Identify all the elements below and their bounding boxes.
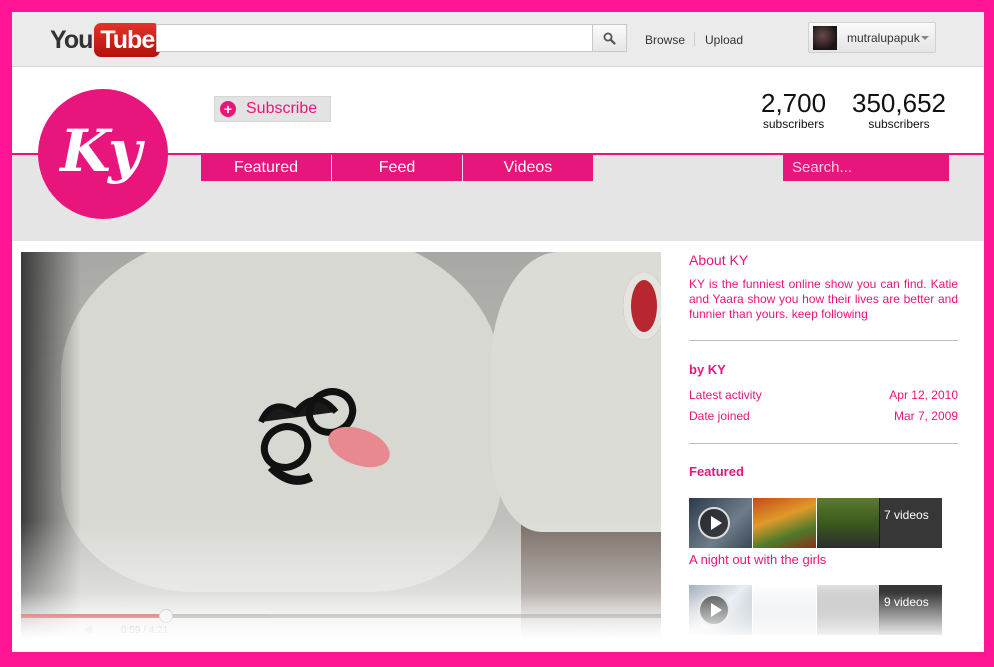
divider [689, 340, 958, 341]
divider [689, 443, 958, 444]
play-icon[interactable]: ▶ [41, 622, 50, 636]
stat-value: 350,652 [852, 88, 946, 118]
playlist-video-count: 7 videos [879, 498, 942, 548]
logo-tube-text: Tube [94, 23, 161, 57]
annotations-icon[interactable]: ⊚ [607, 622, 617, 636]
play-icon [698, 594, 730, 626]
play-icon [698, 507, 730, 539]
user-menu-button[interactable]: mutralupapuk [808, 22, 936, 53]
playlist-thumbnails[interactable]: 9 videos [689, 585, 942, 635]
about-text: KY is the funniest online show you can f… [689, 277, 958, 321]
stat-subscribers: 2,700 subscribers [761, 88, 826, 130]
settings-icon[interactable]: ✲ [577, 622, 587, 636]
playlist-thumb [753, 498, 816, 548]
latest-activity-label: Latest activity [689, 388, 762, 402]
subscribe-label: Subscribe [246, 100, 318, 117]
stat-label: subscribers [868, 117, 930, 131]
username: mutralupapuk [847, 31, 920, 45]
date-joined-row: Date joined Mar 7, 2009 [689, 409, 958, 423]
page-frame: You Tube Browse Upload mutralupapuk Ky +… [12, 12, 984, 652]
novelty-glasses-image [258, 388, 390, 485]
tab-featured[interactable]: Featured [201, 154, 331, 181]
date-joined-label: Date joined [689, 409, 750, 423]
channel-logo-text: Ky [58, 117, 146, 185]
by-title[interactable]: by KY [689, 362, 726, 377]
playlist-thumb [817, 498, 880, 548]
search-input[interactable] [156, 24, 592, 52]
browse-link[interactable]: Browse [645, 33, 685, 47]
tab-feed[interactable]: Feed [332, 154, 462, 181]
channel-search-input[interactable]: Search... [783, 155, 949, 181]
about-title: About KY [689, 252, 749, 268]
search-button[interactable] [592, 24, 627, 52]
latest-activity-value: Apr 12, 2010 [889, 388, 958, 402]
current-time: 0:59 [121, 625, 141, 636]
channel-logo[interactable]: Ky [38, 89, 168, 219]
duration: 4:21 [148, 625, 169, 636]
playlist-video-count: 9 videos [879, 585, 942, 635]
chevron-down-icon [921, 36, 929, 40]
volume-icon[interactable]: ◀ [83, 622, 92, 636]
stat-views: 350,652 subscribers [852, 88, 946, 130]
video-player[interactable]: ▶ ◀ 0:59 / 4:21 ✲ ⊚ ⛶ [21, 252, 661, 640]
player-controls: ▶ ◀ 0:59 / 4:21 ✲ ⊚ ⛶ [21, 618, 661, 640]
masthead: You Tube Browse Upload mutralupapuk [12, 12, 984, 67]
playlist-thumbnails[interactable]: 7 videos [689, 498, 942, 548]
search-icon [603, 32, 616, 45]
masthead-divider [694, 32, 695, 46]
latest-activity-row: Latest activity Apr 12, 2010 [689, 388, 958, 402]
fullscreen-icon[interactable]: ⛶ [635, 621, 643, 636]
playlist-title[interactable]: A night out with the girls [689, 552, 826, 567]
ky-logo-icon: Ky [58, 117, 146, 185]
avatar [813, 26, 837, 50]
stat-label: subscribers [762, 117, 825, 131]
playlist-thumb [753, 585, 816, 635]
tab-videos[interactable]: Videos [463, 154, 593, 181]
youtube-logo[interactable]: You Tube [50, 23, 161, 57]
plus-icon: + [220, 101, 236, 117]
playlist-thumb [817, 585, 880, 635]
logo-you-text: You [50, 25, 93, 54]
date-joined-value: Mar 7, 2009 [893, 409, 958, 423]
time-display: 0:59 / 4:21 [121, 625, 169, 636]
video-frame-shirt-logo [623, 272, 661, 340]
stat-value: 2,700 [761, 88, 827, 118]
subscribe-button[interactable]: + Subscribe [214, 96, 331, 122]
featured-title: Featured [689, 464, 744, 479]
upload-link[interactable]: Upload [705, 33, 743, 47]
